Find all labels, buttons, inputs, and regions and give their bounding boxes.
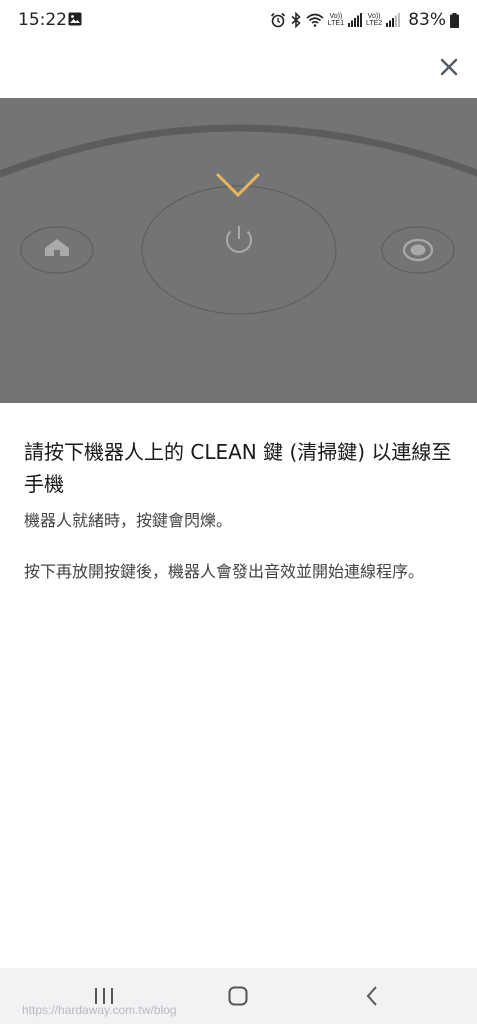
status-bar: 15:22 Vo)) LTE1 Vo)) LTE2 83% <box>0 0 477 40</box>
home-icon <box>45 239 69 256</box>
battery-icon <box>450 12 459 28</box>
signal-icon <box>386 13 401 27</box>
watermark: https://hardaway.com.tw/blog <box>22 1003 177 1017</box>
sim1-indicator: Vo)) LTE1 <box>327 13 344 27</box>
bluetooth-icon <box>291 12 301 28</box>
back-button[interactable] <box>350 978 394 1014</box>
home-button[interactable] <box>216 978 260 1014</box>
instruction-content: 請按下機器人上的 CLEAN 鍵 (清掃鍵) 以連線至手機 機器人就緒時，按鍵會… <box>24 436 454 586</box>
spot-clean-icon <box>402 238 434 262</box>
gallery-icon <box>68 12 82 26</box>
status-icons: Vo)) LTE1 Vo)) LTE2 83% <box>270 8 459 32</box>
sim2-indicator: Vo)) LTE2 <box>365 13 383 27</box>
power-icon <box>226 226 252 253</box>
close-icon <box>440 58 458 76</box>
battery-percent: 83% <box>408 10 446 30</box>
signal-icon <box>347 13 362 27</box>
wifi-icon <box>306 13 324 27</box>
back-icon <box>366 986 377 1006</box>
instruction-paragraph-connect: 按下再放開按鍵後，機器人會發出音效並開始連線程序。 <box>24 562 425 581</box>
home-button-icon <box>228 986 248 1006</box>
instruction-title: 請按下機器人上的 CLEAN 鍵 (清掃鍵) 以連線至手機 <box>24 440 452 496</box>
alarm-icon <box>270 12 285 28</box>
robot-illustration <box>0 98 477 403</box>
status-time: 15:22 <box>18 10 67 30</box>
clean-button-outline <box>141 185 337 315</box>
instruction-paragraph-ready: 機器人就緒時，按鍵會閃爍。 <box>24 511 233 530</box>
close-button[interactable] <box>432 50 466 84</box>
robot-top-view <box>0 116 477 315</box>
